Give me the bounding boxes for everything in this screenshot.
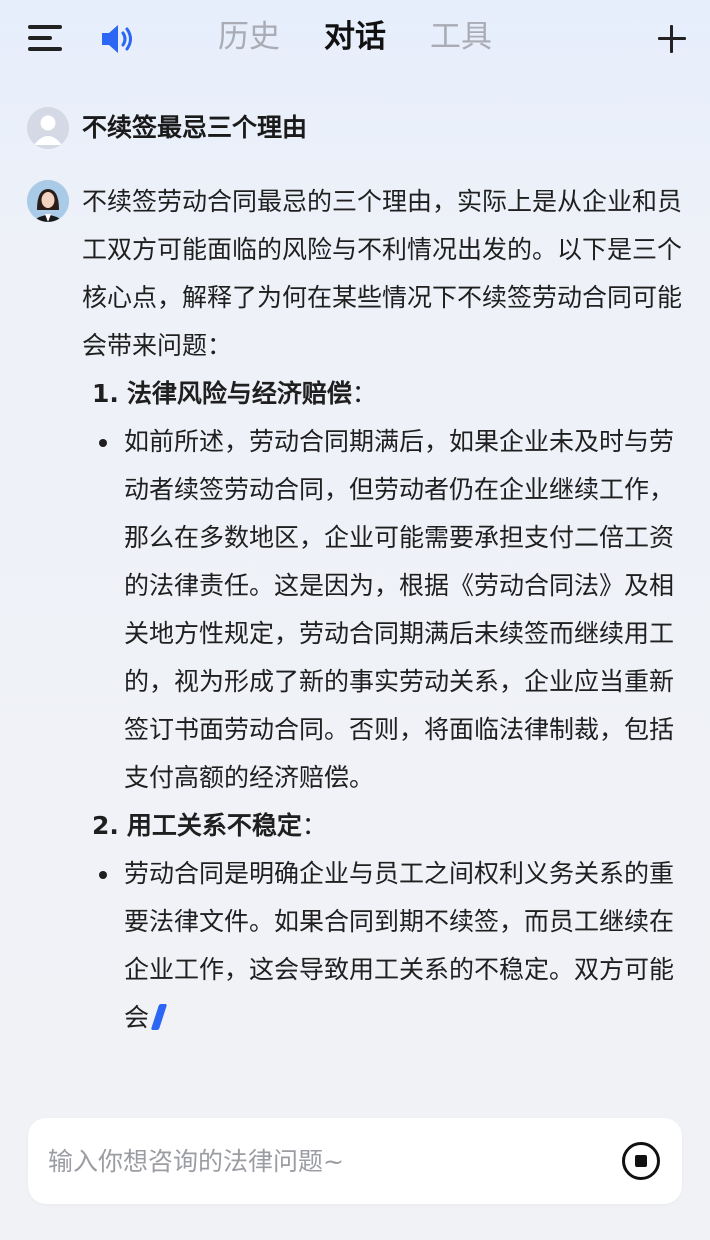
stop-button[interactable] [622, 1142, 660, 1180]
point-1-number: 1. [92, 379, 119, 408]
typing-cursor [150, 1004, 168, 1030]
point-2-heading: 2. 用工关系不稳定： [92, 802, 682, 850]
user-message: 不续签最忌三个理由 [82, 113, 308, 142]
stop-icon [635, 1155, 647, 1167]
menu-icon[interactable] [28, 25, 62, 53]
chat-area: 不续签最忌三个理由 不续签劳动合同最忌的三个理由，实际上是从企业和员工双方可能面… [0, 76, 710, 1100]
speaker-icon[interactable] [100, 22, 136, 56]
tab-history[interactable]: 历史 [218, 16, 280, 58]
tab-tools[interactable]: 工具 [430, 16, 492, 58]
point-2-suffix: ： [301, 811, 327, 840]
question-input[interactable] [48, 1140, 588, 1182]
point-1-title: 法律风险与经济赔偿 [126, 379, 352, 408]
point-1-suffix: ： [351, 379, 377, 408]
top-bar: 历史 对话 工具 [0, 0, 710, 76]
point-2-title: 用工关系不稳定 [126, 811, 302, 840]
point-2-number: 2. [92, 811, 119, 840]
point-2-bullet: 劳动合同是明确企业与员工之间权利义务关系的重要法律文件。如果合同到期不续签，而员… [82, 850, 682, 1042]
bot-answer: 不续签劳动合同最忌的三个理由，实际上是从企业和员工双方可能面临的风险与不利情况出… [82, 178, 682, 1042]
input-bar [28, 1118, 682, 1204]
tab-chat[interactable]: 对话 [324, 16, 386, 58]
point-1-heading: 1. 法律风险与经济赔偿： [92, 370, 682, 418]
bot-avatar [27, 180, 69, 222]
point-1-bullet: 如前所述，劳动合同期满后，如果企业未及时与劳动者续签劳动合同，但劳动者仍在企业继… [82, 418, 682, 802]
plus-icon[interactable] [658, 25, 686, 53]
point-2-bullet-text: 劳动合同是明确企业与员工之间权利义务关系的重要法律文件。如果合同到期不续签，而员… [124, 859, 675, 1032]
user-avatar [27, 107, 69, 149]
answer-intro: 不续签劳动合同最忌的三个理由，实际上是从企业和员工双方可能面临的风险与不利情况出… [82, 187, 683, 360]
